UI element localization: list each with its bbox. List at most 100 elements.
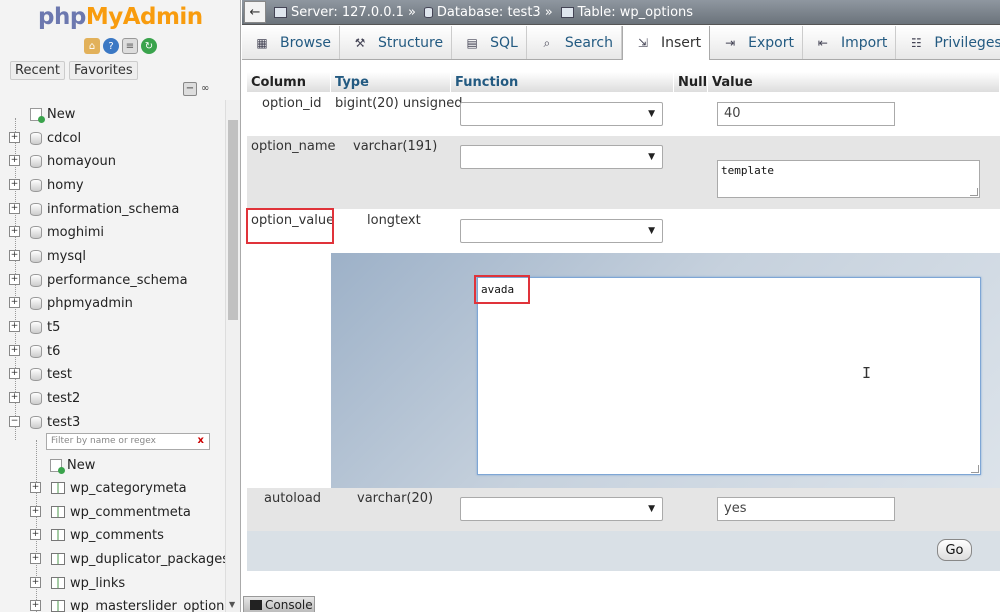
tree-item-table[interactable]: + wp_commentmeta <box>30 502 191 522</box>
tab-import[interactable]: ⇤ Import <box>803 26 897 59</box>
expand-icon[interactable]: + <box>9 132 20 143</box>
column-name: option_name <box>251 139 336 154</box>
value-input[interactable]: 40 <box>717 102 895 126</box>
expand-icon[interactable]: + <box>9 226 20 237</box>
favorites-button[interactable]: Favorites <box>68 61 138 80</box>
expand-icon[interactable]: + <box>9 345 20 356</box>
reload-icon[interactable]: ↻ <box>141 38 157 54</box>
database-icon <box>30 367 42 381</box>
browse-icon: ▦ <box>256 35 268 50</box>
tree-item-db[interactable]: + performance_schema <box>9 270 188 290</box>
function-select[interactable]: ▼ <box>460 219 663 243</box>
tree-item-new[interactable]: New <box>30 104 75 124</box>
column-type: longtext <box>367 213 421 228</box>
nav-scrollbar[interactable]: ▼ <box>225 100 240 612</box>
expand-icon[interactable]: + <box>9 392 20 403</box>
expand-icon[interactable]: + <box>9 368 20 379</box>
function-select[interactable]: ▼ <box>460 497 663 521</box>
breadcrumb-server[interactable]: Server: 127.0.0.1 » <box>274 5 416 20</box>
back-arrow-icon[interactable]: ← <box>244 1 266 23</box>
collapse-all-icon[interactable]: − <box>183 82 197 96</box>
tree-item-db[interactable]: + cdcol <box>9 128 81 148</box>
console-icon <box>250 599 262 610</box>
docs-icon[interactable]: ≡ <box>122 38 138 54</box>
resize-grip-icon[interactable] <box>970 188 978 196</box>
tab-sql[interactable]: ▤ SQL <box>452 26 527 59</box>
breadcrumb: ← Server: 127.0.0.1 » Database: test3 » … <box>242 0 1000 25</box>
chevron-down-icon: ▼ <box>648 226 655 236</box>
tree-item-table[interactable]: + wp_comments <box>30 525 164 545</box>
database-icon <box>30 178 42 192</box>
value-textarea[interactable]: template <box>717 160 980 198</box>
breadcrumb-database[interactable]: Database: test3 » <box>423 5 553 20</box>
expand-icon[interactable]: + <box>30 529 41 540</box>
home-icon[interactable]: ⌂ <box>84 38 100 54</box>
tree-item-db[interactable]: + phpmyadmin <box>9 293 133 313</box>
tab-export[interactable]: ⇥ Export <box>710 26 803 59</box>
table-filter-input[interactable]: Filter by name or regex x <box>46 433 210 450</box>
tree-item-db-test3[interactable]: − test3 <box>9 412 80 432</box>
tree-item-new-table[interactable]: New <box>50 455 95 475</box>
tree-item-db[interactable]: + homy <box>9 175 84 195</box>
breadcrumb-table[interactable]: Table: wp_options <box>560 5 693 20</box>
tree-item-db[interactable]: + moghimi <box>9 222 104 242</box>
tab-browse[interactable]: ▦ Browse <box>242 26 340 59</box>
database-icon <box>30 154 42 168</box>
resize-grip-icon[interactable] <box>971 465 979 473</box>
expand-icon[interactable]: + <box>30 506 41 517</box>
tree-item-table[interactable]: + wp_links <box>30 573 125 593</box>
recent-button[interactable]: Recent <box>10 61 65 80</box>
phpmyadmin-logo[interactable]: phpMyAdmin <box>38 4 203 30</box>
link-icon[interactable]: ∞ <box>201 84 215 94</box>
tab-structure[interactable]: ⚒ Structure <box>340 26 453 59</box>
collapse-icon[interactable]: − <box>9 416 20 427</box>
tree-item-table[interactable]: + wp_categorymeta <box>30 478 187 498</box>
tree-item-db[interactable]: + test <box>9 364 72 384</box>
tab-search[interactable]: ⌕ Search <box>527 26 622 59</box>
expand-icon[interactable]: + <box>9 321 20 332</box>
structure-icon: ⚒ <box>354 35 366 50</box>
nav-scroll-thumb[interactable] <box>228 120 238 320</box>
database-icon <box>423 6 433 18</box>
tree-item-db[interactable]: + information_schema <box>9 199 179 219</box>
expand-icon[interactable]: + <box>30 553 41 564</box>
expand-icon[interactable]: + <box>9 250 20 261</box>
expand-icon[interactable]: + <box>30 577 41 588</box>
type-header: Type <box>331 72 451 92</box>
database-icon <box>30 296 42 310</box>
tree-item-db[interactable]: + test2 <box>9 388 80 408</box>
function-header: Function <box>451 72 674 92</box>
help-icon[interactable]: ? <box>103 38 119 54</box>
chevron-down-icon: ▼ <box>648 109 655 119</box>
expand-icon[interactable]: + <box>9 155 20 166</box>
clear-filter-icon[interactable]: x <box>198 435 204 446</box>
expand-icon[interactable]: + <box>9 297 20 308</box>
import-icon: ⇤ <box>817 35 828 50</box>
table-row: autoload varchar(20) ▼ yes <box>247 488 1000 531</box>
tab-privileges[interactable]: ☷ Privileges <box>896 26 1000 59</box>
null-header: Null <box>674 72 708 92</box>
nav-icon-bar: ⌂ ? ≡ ↻ <box>84 38 157 54</box>
expand-icon[interactable]: + <box>9 274 20 285</box>
expand-icon[interactable]: + <box>9 179 20 190</box>
tree-item-db[interactable]: + mysql <box>9 246 86 266</box>
tree-item-db[interactable]: + homayoun <box>9 151 116 171</box>
tree-item-table[interactable]: + wp_masterslider_options <box>30 596 231 612</box>
tree-item-table[interactable]: + wp_duplicator_packages <box>30 549 229 569</box>
recent-favorites-bar: Recent Favorites <box>10 61 138 80</box>
expand-icon[interactable]: + <box>9 203 20 214</box>
function-select[interactable]: ▼ <box>460 102 663 126</box>
scroll-down-arrow-icon[interactable]: ▼ <box>229 600 235 609</box>
tab-insert[interactable]: ⇲ Insert <box>621 26 711 60</box>
column-name: autoload <box>264 491 322 506</box>
console-tab[interactable]: Console <box>243 596 315 612</box>
go-button[interactable]: Go <box>937 539 972 561</box>
value-input[interactable]: yes <box>717 497 895 521</box>
tree-item-db[interactable]: + t5 <box>9 317 60 337</box>
form-footer <box>247 531 1000 571</box>
expand-icon[interactable]: + <box>30 600 41 611</box>
option-value-textarea[interactable]: avada <box>477 277 981 475</box>
function-select[interactable]: ▼ <box>460 145 663 169</box>
expand-icon[interactable]: + <box>30 482 41 493</box>
tree-item-db[interactable]: + t6 <box>9 341 60 361</box>
